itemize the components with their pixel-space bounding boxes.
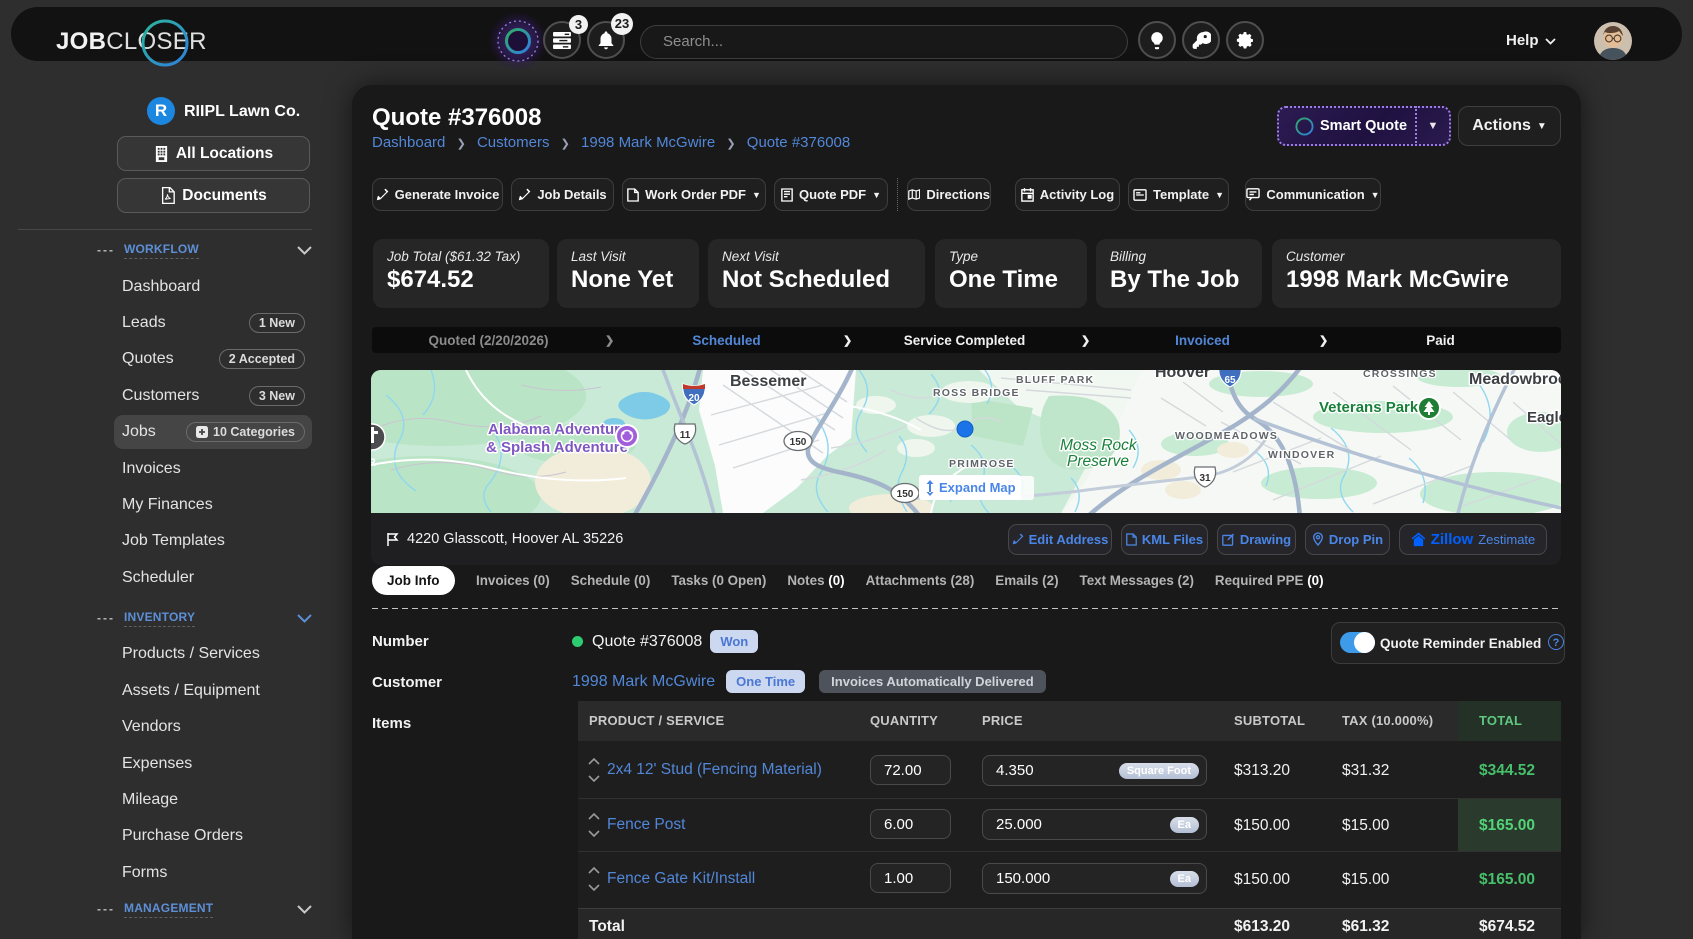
svg-text:CROSSINGS: CROSSINGS (1363, 370, 1437, 380)
svg-text:Veterans Park: Veterans Park (1319, 399, 1419, 416)
svg-text:Meadowbrook: Meadowbrook (1469, 371, 1561, 388)
svg-text:31: 31 (1199, 473, 1211, 484)
svg-text:PRIMROSE: PRIMROSE (949, 458, 1015, 470)
svg-text:Alabama Adventure: Alabama Adventure (488, 421, 628, 438)
svg-text:11: 11 (680, 430, 691, 441)
svg-text:WINDOVER: WINDOVER (1268, 449, 1335, 461)
svg-text:Expand Map: Expand Map (939, 480, 1016, 495)
svg-text:BLUFF PARK: BLUFF PARK (1016, 374, 1094, 386)
svg-text:65: 65 (1224, 375, 1236, 386)
svg-text:& Splash Adventure: & Splash Adventure (486, 439, 628, 456)
svg-text:Bessemer: Bessemer (730, 373, 807, 390)
svg-text:Moss Rock: Moss Rock (1060, 437, 1138, 454)
svg-text:150: 150 (897, 489, 914, 500)
svg-text:WOODMEADOWS: WOODMEADOWS (1175, 430, 1278, 442)
svg-text:Hoover: Hoover (1155, 370, 1210, 381)
svg-text:Eagle P: Eagle P (1527, 409, 1561, 426)
svg-text:ROSS BRIDGE: ROSS BRIDGE (933, 387, 1020, 399)
svg-text:R: R (371, 457, 376, 469)
svg-text:20: 20 (688, 393, 700, 404)
svg-text:150: 150 (790, 437, 807, 448)
svg-text:Preserve: Preserve (1067, 453, 1129, 470)
